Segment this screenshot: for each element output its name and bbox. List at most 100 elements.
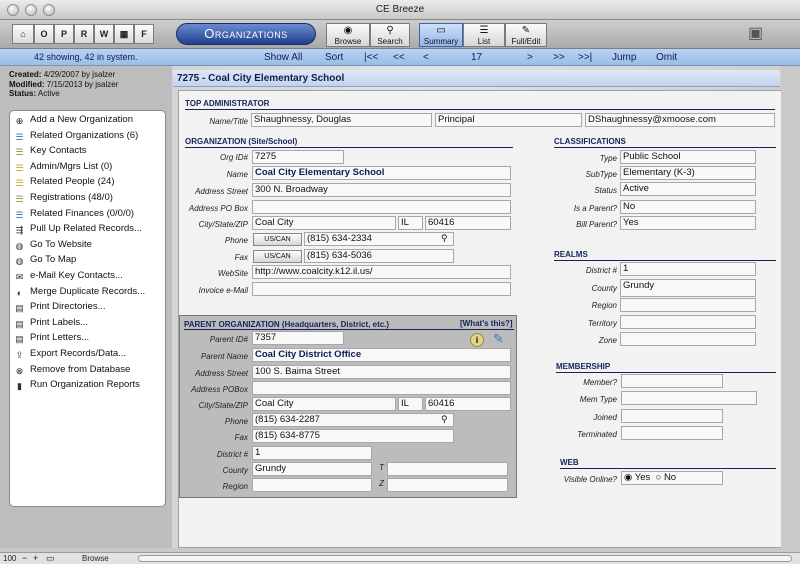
realm-county-field[interactable]: Grundy [620,279,756,297]
parent-phone-field[interactable]: (815) 634-2287 [252,413,454,427]
website-field[interactable]: http://www.coalcity.k12.il.us/ [252,265,511,279]
action-item[interactable]: ▮ Run Organization Reports [14,378,140,392]
next-record-button[interactable]: > [527,52,533,63]
horizontal-scrollbar[interactable] [138,555,792,562]
city-field[interactable]: Coal City [252,216,396,230]
list-view-button[interactable]: ☰ List [463,23,505,47]
terminated-field[interactable] [621,426,723,440]
action-item[interactable]: ▤ Print Labels... [14,316,88,330]
action-item[interactable]: ☰ Related People (24) [14,175,114,189]
invoice-email-field[interactable] [252,282,511,296]
state-field[interactable]: IL [398,216,423,230]
parent-phone-lookup-icon[interactable]: ⚲ [441,414,448,425]
whats-this-link[interactable]: [What's this?] [460,319,513,328]
bill-parent-field[interactable]: Yes [620,216,756,230]
browse-button[interactable]: ◉ Browse [326,23,370,47]
first-record-button[interactable]: |<< [364,52,378,63]
letter-button-o[interactable]: O [34,24,54,44]
calculator-button[interactable]: ▦ [114,24,134,44]
visible-online-yes-radio[interactable]: ◉ Yes [624,472,650,483]
info-icon[interactable]: i [470,333,484,347]
status-field[interactable]: Active [620,182,756,196]
is-parent-field[interactable]: No [620,200,756,214]
parent-zip-field[interactable]: 60416 [425,397,511,411]
zoom-in-icon[interactable]: + [33,553,38,563]
action-item[interactable]: ⇶ Pull Up Related Records... [14,222,142,236]
action-item[interactable]: ◐ Merge Duplicate Records... [14,285,145,299]
action-item[interactable]: ◍ Go To Map [14,253,77,267]
organizations-button[interactable]: Organizations [176,23,316,45]
action-item[interactable]: ▤ Print Directories... [14,300,105,314]
new-window-button[interactable]: ▣ [748,23,772,43]
parent-region-field[interactable] [252,478,372,492]
admin-title-field[interactable]: Principal [435,113,582,127]
parent-fax-field[interactable]: (815) 634-8775 [252,429,454,443]
last-record-button[interactable]: >>| [578,52,592,63]
org-name-field[interactable]: Coal City Elementary School [252,166,511,180]
realm-district-field[interactable]: 1 [620,262,756,276]
zip-field[interactable]: 60416 [425,216,511,230]
parent-z-field[interactable] [387,478,508,492]
zoom-level[interactable]: 100 [3,554,16,563]
previous-record-button[interactable]: < [423,52,429,63]
letter-button-w[interactable]: W [94,24,114,44]
org-id-field[interactable]: 7275 [252,150,344,164]
action-item[interactable]: ⊕ Add a New Organization [14,113,133,127]
summary-view-button[interactable]: ▭ Summary [419,23,463,47]
mem-type-field[interactable] [621,391,757,405]
action-item[interactable]: ☰ Key Contacts [14,144,86,158]
home-button[interactable]: ⌂ [12,24,34,44]
action-item[interactable]: ⊗ Remove from Database [14,363,131,377]
action-item[interactable]: ✉ e-Mail Key Contacts... [14,269,123,283]
parent-district-field[interactable]: 1 [252,446,372,460]
parent-pobox-field[interactable] [252,381,511,395]
admin-name-field[interactable]: Shaughnessy, Douglas [251,113,432,127]
action-item[interactable]: ☰ Related Finances (0/0/0) [14,207,134,221]
phone-field[interactable]: (815) 634-2334 [304,232,454,246]
forward-ten-button[interactable]: >> [553,52,565,63]
letter-button-f[interactable]: F [134,24,154,44]
current-record-number[interactable]: 17 [471,52,482,63]
realm-zone-field[interactable] [620,332,756,346]
omit-button[interactable]: Omit [656,52,677,63]
parent-name-field[interactable]: Coal City District Office [252,348,511,362]
parent-city-field[interactable]: Coal City [252,397,396,411]
realm-territory-field[interactable] [620,315,756,329]
jump-button[interactable]: Jump [612,52,636,63]
back-ten-button[interactable]: << [393,52,405,63]
action-item[interactable]: ☰ Admin/Mgrs List (0) [14,160,112,174]
visible-online-no-radio[interactable]: ○ No [656,472,677,483]
action-item[interactable]: ◍ Go To Website [14,238,92,252]
phone-lookup-icon[interactable]: ⚲ [441,233,448,244]
letter-button-r[interactable]: R [74,24,94,44]
parent-county-field[interactable]: Grundy [252,462,372,476]
fax-field[interactable]: (815) 634-5036 [304,249,454,263]
toggle-status-icon[interactable]: ▭ [46,553,55,564]
sort-button[interactable]: Sort [325,52,343,63]
fax-format-button[interactable]: US/CAN [253,250,302,263]
parent-id-field[interactable]: 7357 [252,331,344,345]
admin-email-field[interactable]: DShaughnessy@xmoose.com [585,113,775,127]
parent-street-field[interactable]: 100 S. Baima Street [252,365,511,379]
joined-field[interactable] [621,409,723,423]
action-item[interactable]: ⇪ Export Records/Data... [14,347,126,361]
type-field[interactable]: Public School [620,150,756,164]
action-item[interactable]: ☰ Registrations (48/0) [14,191,112,205]
parent-state-field[interactable]: IL [398,397,423,411]
zoom-out-icon[interactable]: − [22,553,27,563]
parent-t-field[interactable] [387,462,508,476]
subtype-field[interactable]: Elementary (K-3) [620,166,756,180]
action-item[interactable]: ▤ Print Letters... [14,331,89,345]
search-button[interactable]: ⚲ Search [370,23,410,47]
vertical-scrollbar[interactable] [781,66,800,548]
address-street-field[interactable]: 300 N. Broadway [252,183,511,197]
address-pobox-field[interactable] [252,200,511,214]
show-all-button[interactable]: Show All [264,52,302,63]
full-edit-view-button[interactable]: ✎ Full/Edit [505,23,547,47]
phone-format-button[interactable]: US/CAN [253,233,302,246]
realm-region-field[interactable] [620,298,756,312]
action-item[interactable]: ☰ Related Organizations (6) [14,129,138,143]
member-field[interactable] [621,374,723,388]
pencil-icon[interactable]: ✎ [493,331,504,347]
letter-button-p[interactable]: P [54,24,74,44]
